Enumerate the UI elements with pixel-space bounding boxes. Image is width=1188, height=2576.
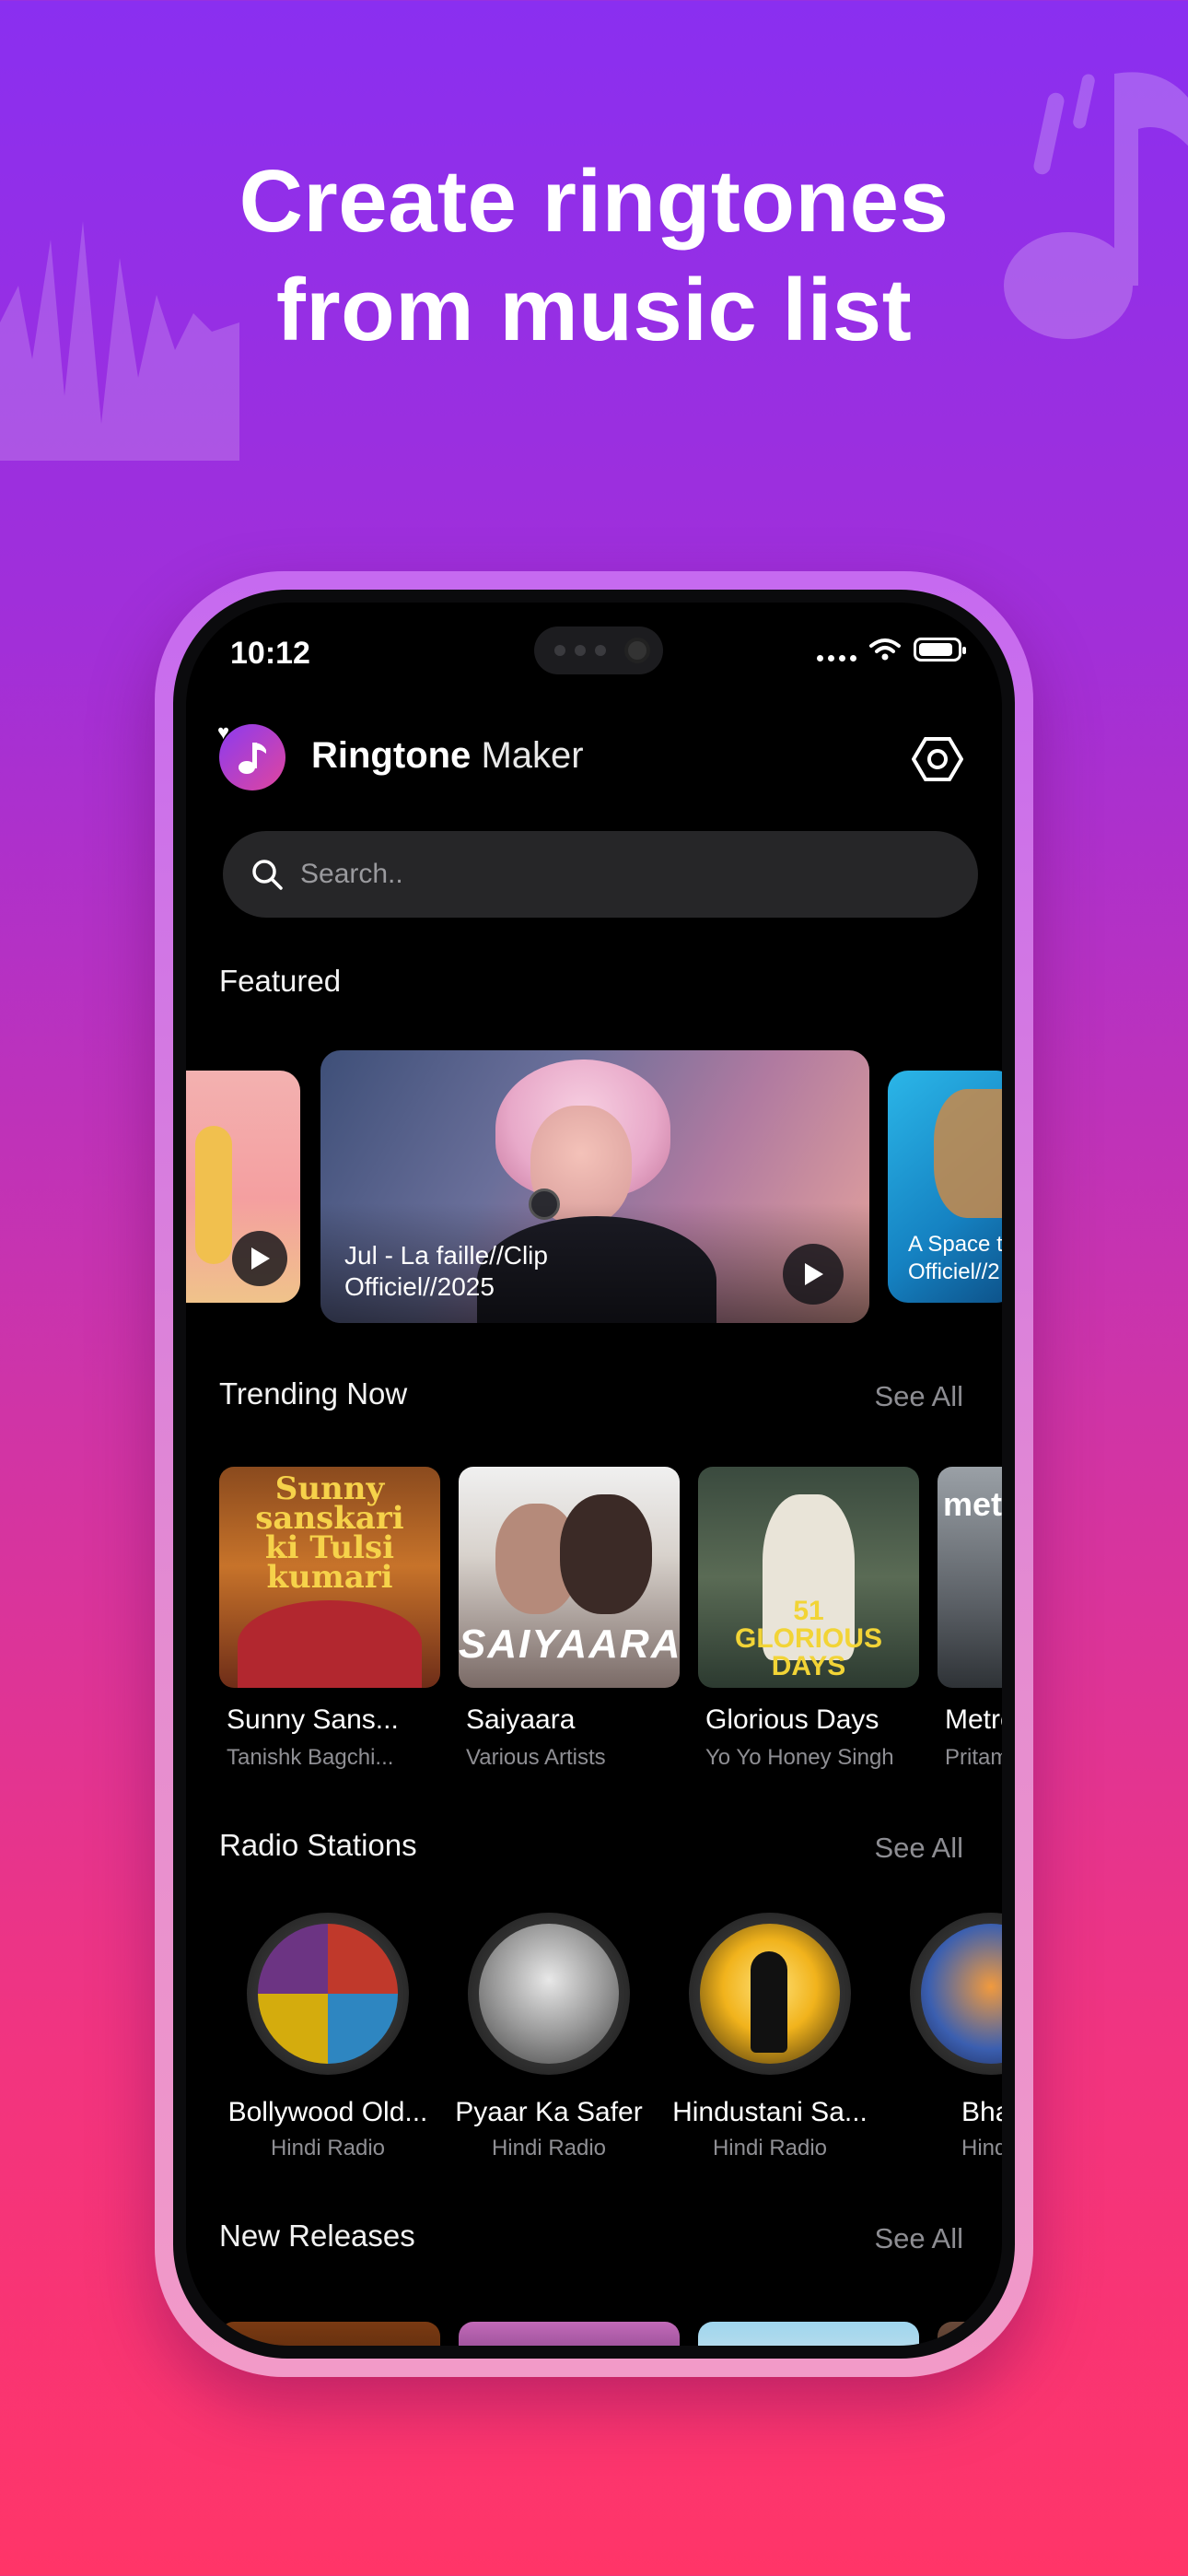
radio-artwork (479, 1924, 619, 2064)
trending-heading: Trending Now (219, 1376, 408, 1411)
radio-see-all-link[interactable]: See All (874, 1832, 963, 1865)
artwork-shape (238, 1600, 422, 1688)
new-release-art[interactable] (219, 2322, 440, 2346)
new-release-art[interactable] (459, 2322, 680, 2346)
play-button[interactable] (232, 1231, 287, 1286)
headline-line-2: from music list (275, 261, 913, 359)
battery-icon (914, 638, 966, 662)
radio-station-title: Bollywood Old... (227, 2097, 428, 2127)
sensor-dot (575, 645, 586, 656)
phone-frame: 10:12 ♥ Ringtone Maker Search.. Featured… (155, 571, 1033, 2377)
trending-album-art[interactable]: Sunny sanskari ki Tulsi kumari (219, 1467, 440, 1688)
headline-line-1: Create ringtones (239, 152, 949, 251)
featured-card-title: A Space t Officiel//2 (908, 1232, 1002, 1284)
trending-artist: Pritam (945, 1745, 1002, 1770)
play-icon (805, 1263, 823, 1285)
status-time: 10:12 (230, 636, 310, 671)
radio-station-art[interactable] (910, 1913, 1002, 2075)
play-button[interactable] (783, 1244, 844, 1305)
app-title-bold: Ringtone (311, 735, 472, 776)
radio-station-title: Bhaja (961, 2097, 1002, 2127)
trending-artist: Various Artists (466, 1745, 606, 1770)
featured-card-next[interactable]: A Space t Officiel//2 (888, 1071, 1002, 1303)
sensor-dot (554, 645, 565, 656)
sensor-dot (595, 645, 606, 656)
trending-title: Sunny Sans... (227, 1704, 399, 1735)
trending-album-art[interactable]: 51 GLORIOUS DAYS (698, 1467, 919, 1688)
new-releases-heading: New Releases (219, 2219, 415, 2253)
trending-title: Glorious Days (705, 1704, 879, 1735)
app-title: Ringtone Maker (311, 735, 584, 777)
trending-row: Sunny sanskari ki Tulsi kumari SAIYAARA … (219, 1467, 1002, 1770)
search-icon (252, 860, 283, 890)
radio-station-sub: Hindi Radio (491, 2136, 607, 2160)
play-icon (251, 1247, 270, 1270)
cellular-signal-icon (817, 638, 856, 662)
trending-title: Metro (945, 1704, 1002, 1735)
album-art-title: SAIYAARA (459, 1622, 680, 1667)
phone-bezel: 10:12 ♥ Ringtone Maker Search.. Featured… (173, 590, 1015, 2359)
radio-station-sub: Hindi R (961, 2136, 1002, 2160)
new-releases-see-all-link[interactable]: See All (874, 2222, 963, 2255)
artwork-shape (560, 1494, 652, 1614)
radio-artwork (700, 1924, 840, 2064)
trending-album-art[interactable]: SAIYAARA (459, 1467, 680, 1688)
radio-heading: Radio Stations (219, 1828, 417, 1862)
radio-station-title: Pyaar Ka Safer (455, 2097, 643, 2127)
artwork-shape (195, 1126, 232, 1264)
heart-icon: ♥ (217, 720, 230, 744)
settings-button[interactable] (910, 733, 965, 785)
radio-station-sub: Hindi Radio (712, 2136, 828, 2160)
radio-artwork (258, 1924, 398, 2064)
search-bar[interactable] (223, 831, 978, 918)
radio-station-art[interactable] (247, 1913, 409, 2075)
app-logo: ♥ (217, 720, 285, 790)
featured-card[interactable]: Jul - La faille//Clip Officiel//2025 (320, 1050, 869, 1323)
radio-station-art[interactable] (468, 1913, 630, 2075)
app-screen: 10:12 ♥ Ringtone Maker Search.. Featured… (186, 603, 1002, 2346)
radio-artwork (921, 1924, 1002, 2064)
featured-heading: Featured (219, 964, 342, 998)
trending-artist: Tanishk Bagchi... (227, 1745, 394, 1770)
app-title-light: Maker (481, 735, 584, 776)
artwork-shape (934, 1089, 1002, 1218)
search-input[interactable] (300, 859, 945, 890)
album-art-title: metro (943, 1485, 1002, 1523)
trending-album-art[interactable]: metro (938, 1467, 1002, 1688)
featured-card-title: Jul - La faille//Clip Officiel//2025 (344, 1241, 548, 1301)
front-camera (624, 638, 650, 663)
music-note-icon (239, 743, 266, 774)
trending-title: Saiyaara (466, 1704, 576, 1735)
promo-headline: Create ringtones from music list (0, 147, 1188, 365)
wifi-icon (869, 638, 901, 661)
artwork-shape (751, 1951, 787, 2053)
featured-card-previous[interactable] (186, 1071, 300, 1303)
hexagon-settings-icon (912, 737, 963, 781)
status-icons (817, 638, 966, 662)
trending-see-all-link[interactable]: See All (874, 1380, 963, 1413)
new-release-art[interactable] (938, 2322, 1002, 2346)
dynamic-island (534, 626, 663, 674)
new-release-art[interactable] (698, 2322, 919, 2346)
radio-station-art[interactable] (689, 1913, 851, 2075)
trending-artist: Yo Yo Honey Singh (705, 1745, 894, 1770)
album-art-title: Sunny sanskari ki Tulsi kumari (255, 1470, 404, 1596)
radio-station-title: Hindustani Sa... (672, 2097, 868, 2127)
radio-station-sub: Hindi Radio (270, 2136, 386, 2160)
album-art-title: 51 GLORIOUS DAYS (735, 1596, 883, 1681)
